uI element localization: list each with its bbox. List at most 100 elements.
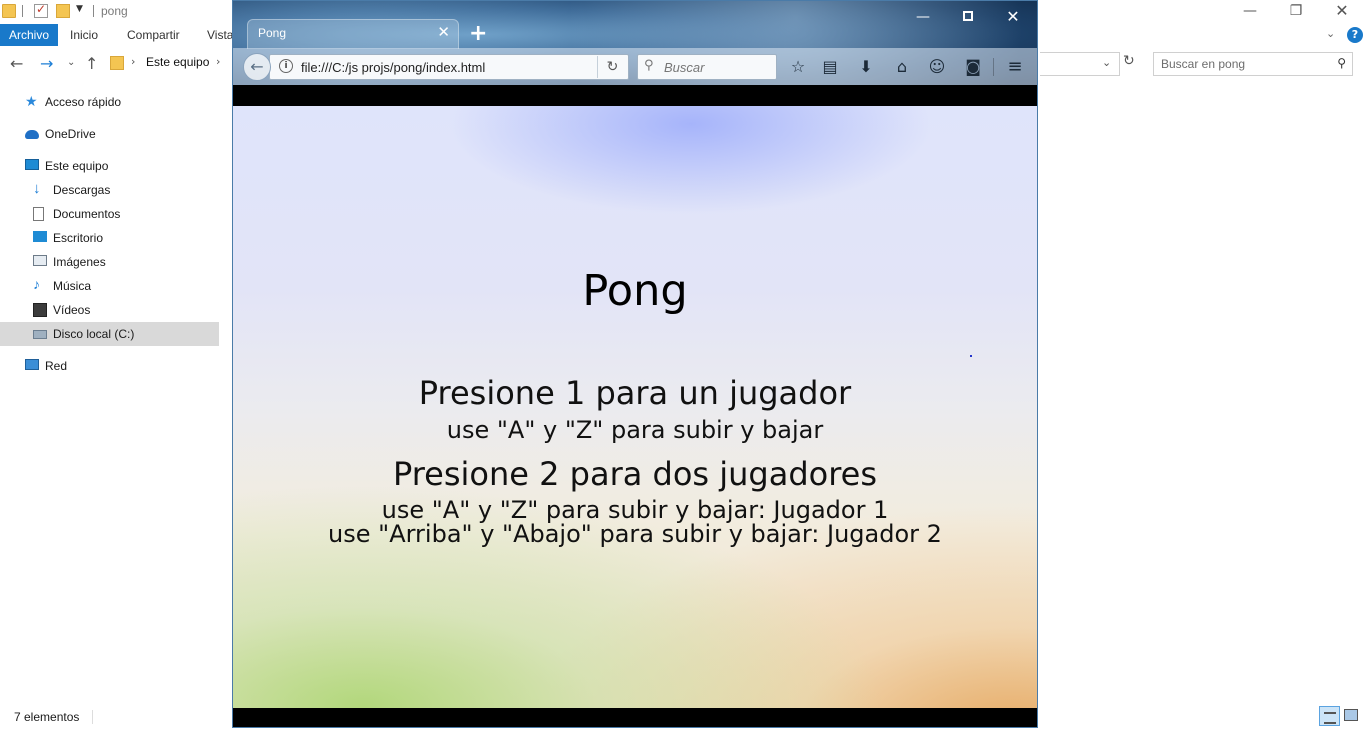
- nav-item-label: Acceso rápido: [45, 95, 122, 109]
- nav-item-label: Escritorio: [53, 231, 104, 245]
- new-folder-icon[interactable]: [56, 4, 70, 18]
- nav-item-acceso-rapido[interactable]: ★ Acceso rápido: [0, 90, 219, 114]
- nav-item-onedrive[interactable]: OneDrive: [0, 122, 219, 146]
- maximize-icon: [963, 11, 973, 21]
- search-placeholder: Buscar en pong: [1161, 57, 1246, 71]
- onedrive-cloud-icon: [25, 130, 39, 139]
- nav-item-label: Imágenes: [53, 255, 106, 269]
- site-info-icon[interactable]: i: [279, 59, 293, 73]
- breadcrumb-este-equipo[interactable]: Este equipo: [146, 55, 209, 69]
- browser-chrome: Pong ✕ + — ✕ i file:///C:/js projs/pong/…: [233, 1, 1037, 85]
- explorer-search-input[interactable]: Buscar en pong ⚲: [1153, 52, 1353, 76]
- back-arrow-icon[interactable]: ←: [10, 54, 23, 73]
- nav-item-label: Red: [45, 359, 68, 373]
- breadcrumb-separator[interactable]: ›: [131, 55, 135, 68]
- browser-search-input[interactable]: ⚲ Buscar: [637, 54, 777, 80]
- search-icon[interactable]: ⚲: [1337, 56, 1346, 70]
- navigation-pane: ★ Acceso rápido OneDrive Este equipo ↓ D…: [0, 86, 220, 706]
- nav-item-label: Descargas: [53, 183, 111, 197]
- quick-access-dropdown-icon[interactable]: ▼: [76, 4, 83, 14]
- browser-navigation-toolbar: i file:///C:/js projs/pong/index.html ↻ …: [233, 48, 1037, 85]
- two-player-option: Presione 2 para dos jugadores: [392, 455, 878, 493]
- nav-item-musica[interactable]: ♪ Música: [0, 274, 219, 298]
- details-view-icon[interactable]: [1319, 706, 1340, 726]
- ribbon-tab-compartir[interactable]: Compartir: [119, 24, 188, 46]
- nav-item-label: Documentos: [53, 207, 121, 221]
- browser-minimize-button[interactable]: —: [903, 5, 943, 29]
- ribbon-expand-chevron-icon[interactable]: ⌄: [1326, 27, 1335, 40]
- documents-icon: [33, 207, 44, 221]
- nav-item-label: Este equipo: [45, 159, 109, 173]
- nav-item-disco-local[interactable]: Disco local (C:): [0, 322, 219, 346]
- status-item-count: 7 elementos: [14, 710, 80, 724]
- nav-item-label: Disco local (C:): [53, 327, 135, 341]
- new-tab-button[interactable]: +: [469, 21, 487, 46]
- network-icon: [25, 359, 39, 370]
- divider: [92, 710, 93, 724]
- desktop-icon: [33, 231, 47, 242]
- properties-check-icon[interactable]: [34, 2, 48, 18]
- nav-item-descargas[interactable]: ↓ Descargas: [0, 178, 219, 202]
- large-icons-view-icon[interactable]: [1344, 709, 1358, 721]
- ribbon-tab-archivo[interactable]: Archivo: [0, 24, 59, 46]
- feedback-smiley-icon[interactable]: ☺: [926, 56, 948, 78]
- nav-item-imagenes[interactable]: Imágenes: [0, 250, 219, 274]
- reading-list-icon[interactable]: ▤: [819, 56, 841, 78]
- forward-arrow-icon[interactable]: →: [40, 54, 53, 73]
- explorer-close-button[interactable]: ✕: [1319, 0, 1365, 24]
- search-icon: ⚲: [644, 58, 654, 73]
- home-icon[interactable]: ⌂: [891, 56, 913, 78]
- divider: [993, 58, 994, 76]
- music-note-icon: ♪: [33, 276, 40, 292]
- videos-film-icon: [33, 303, 47, 317]
- breadcrumb-separator[interactable]: ›: [216, 55, 220, 68]
- pictures-icon: [33, 255, 47, 266]
- explorer-minimize-button[interactable]: —: [1227, 0, 1273, 24]
- nav-item-escritorio[interactable]: Escritorio: [0, 226, 219, 250]
- browser-tab-pong[interactable]: Pong ✕: [247, 19, 459, 49]
- one-player-option: Presione 1 para un jugador: [418, 374, 852, 412]
- browser-close-button[interactable]: ✕: [993, 5, 1033, 29]
- url-bar[interactable]: i file:///C:/js projs/pong/index.html ↻: [269, 54, 629, 80]
- nav-item-label: OneDrive: [45, 127, 96, 141]
- nav-item-red[interactable]: Red: [0, 354, 219, 378]
- back-button[interactable]: ←: [243, 53, 271, 81]
- hamburger-menu-icon[interactable]: ≡: [1004, 56, 1026, 78]
- nav-item-label: Vídeos: [53, 303, 91, 317]
- two-player-controls-player2: use "Arriba" y "Abajo" para subir y baja…: [328, 520, 942, 548]
- recent-locations-chevron-icon[interactable]: ⌄: [67, 57, 75, 68]
- page-viewport: Pong Presione 1 para un jugador use "A" …: [233, 85, 1037, 727]
- help-icon[interactable]: ?: [1347, 27, 1363, 43]
- search-placeholder: Buscar: [664, 60, 705, 75]
- browser-maximize-button[interactable]: [948, 5, 988, 29]
- tab-close-icon[interactable]: ✕: [437, 23, 450, 41]
- folder-icon[interactable]: [2, 4, 16, 18]
- game-canvas[interactable]: Pong Presione 1 para un jugador use "A" …: [233, 106, 1037, 708]
- tab-title: Pong: [258, 26, 287, 40]
- up-arrow-icon[interactable]: ↑: [85, 54, 98, 73]
- nav-item-documentos[interactable]: Documentos: [0, 202, 219, 226]
- downloads-icon[interactable]: ⬇: [855, 56, 877, 78]
- explorer-window-title: pong: [101, 4, 128, 18]
- url-text[interactable]: file:///C:/js projs/pong/index.html: [301, 60, 485, 75]
- nav-item-videos[interactable]: Vídeos: [0, 298, 219, 322]
- one-player-controls: use "A" y "Z" para subir y bajar: [446, 416, 824, 444]
- this-pc-icon: [25, 159, 39, 170]
- reload-icon[interactable]: ↻: [597, 56, 627, 78]
- bookmark-star-icon[interactable]: ☆: [787, 56, 809, 78]
- folder-icon: [110, 56, 124, 70]
- ribbon-tab-inicio[interactable]: Inicio: [62, 24, 106, 46]
- game-title: Pong: [582, 266, 688, 316]
- downloads-arrow-icon: ↓: [33, 180, 41, 197]
- address-history-chevron-icon[interactable]: ⌄: [1102, 56, 1111, 69]
- firefox-browser-window: Pong ✕ + — ✕ i file:///C:/js projs/pong/…: [232, 0, 1038, 728]
- quick-access-star-icon: ★: [25, 93, 38, 109]
- nav-item-este-equipo[interactable]: Este equipo: [0, 154, 219, 178]
- nav-item-label: Música: [53, 279, 92, 293]
- pong-ball: [970, 355, 972, 357]
- pocket-icon[interactable]: ◙: [962, 56, 984, 78]
- divider: [22, 5, 23, 17]
- refresh-icon[interactable]: ↻: [1123, 53, 1135, 69]
- explorer-restore-button[interactable]: ❐: [1273, 0, 1319, 24]
- local-disk-icon: [33, 330, 47, 339]
